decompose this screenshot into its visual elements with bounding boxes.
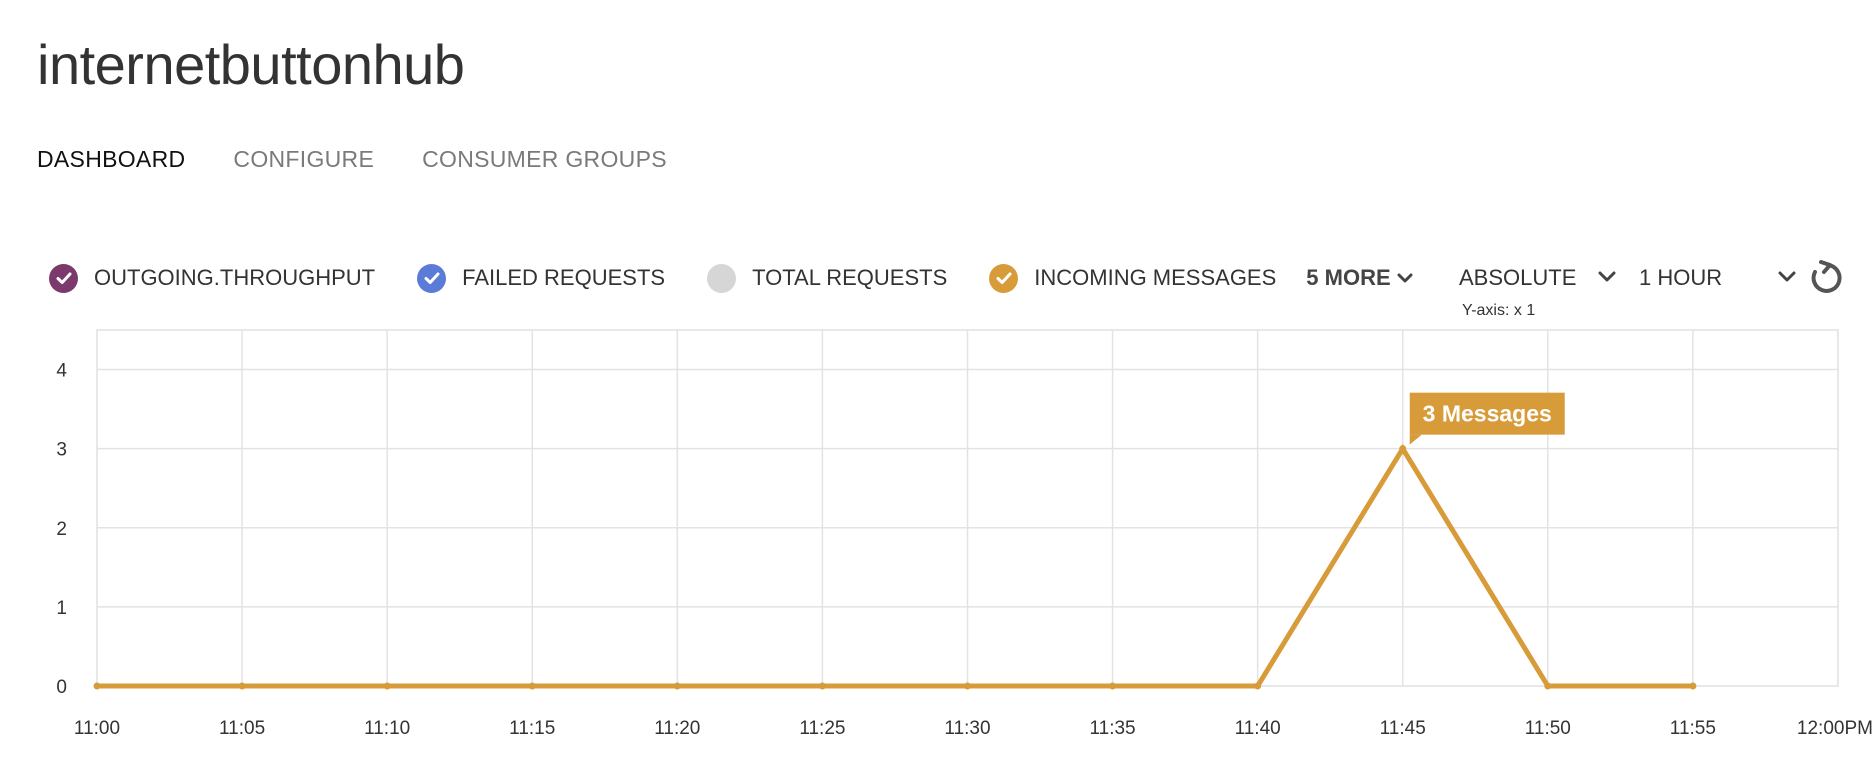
legend-item-failed-requests[interactable]: FAILED REQUESTS [417, 263, 666, 293]
x-tick-label: 11:35 [1089, 718, 1135, 739]
legend-label: INCOMING MESSAGES [1034, 265, 1277, 290]
data-point [383, 682, 391, 690]
x-tick-label: 11:25 [799, 718, 845, 739]
y-tick-label: 3 [56, 440, 67, 461]
x-tick-label: 11:15 [509, 718, 555, 739]
tab-dashboard[interactable]: DASHBOARD [37, 146, 185, 173]
data-point [673, 682, 681, 690]
x-tick-label: 11:30 [944, 718, 990, 739]
check-circle-icon [989, 263, 1019, 293]
circle-icon [707, 263, 737, 293]
time-range-label: 1 HOUR [1639, 265, 1723, 290]
tooltip-text: 3 Messages [1423, 401, 1552, 427]
data-point [93, 682, 101, 690]
x-tick-label: 11:50 [1525, 718, 1571, 739]
data-point [1544, 682, 1552, 690]
x-tick-label: 11:20 [654, 718, 700, 739]
chart-legend: OUTGOING.THROUGHPUT FAILED REQUESTS TOTA… [49, 262, 1413, 294]
tab-bar: DASHBOARD CONFIGURE CONSUMER GROUPS [37, 146, 715, 173]
y-axis-scale-note: Y-axis: x 1 [1462, 302, 1536, 319]
series-line [97, 443, 1693, 689]
data-point [818, 682, 826, 690]
legend-label: FAILED REQUESTS [462, 265, 666, 290]
time-range-dropdown[interactable]: 1 HOUR [1639, 262, 1722, 294]
data-point [1254, 682, 1262, 690]
data-point [1689, 682, 1697, 690]
legend-item-total-requests[interactable]: TOTAL REQUESTS [707, 263, 948, 293]
data-point [1399, 445, 1407, 453]
page-title: internetbuttonhub [37, 33, 465, 96]
x-tick-label: 11:40 [1235, 718, 1281, 739]
y-tick-label: 2 [56, 519, 67, 540]
x-tick-label: 11:00 [74, 718, 120, 739]
tooltip: 3 Messages [1409, 392, 1565, 445]
data-point [1109, 682, 1117, 690]
data-point [238, 682, 246, 690]
tooltip-pointer [1409, 434, 1422, 445]
check-circle-icon [49, 263, 78, 293]
legend-item-outgoing-throughput[interactable]: OUTGOING.THROUGHPUT [49, 263, 376, 293]
x-tick-label: 11:05 [219, 718, 265, 739]
check-circle-icon [417, 263, 447, 293]
x-tick-label: 11:10 [364, 718, 410, 739]
y-tick-label: 1 [56, 598, 67, 619]
x-tick-label: 12:00PM [1797, 718, 1872, 739]
chevron-down-icon[interactable] [1598, 270, 1616, 284]
tab-consumer-groups[interactable]: CONSUMER GROUPS [422, 146, 667, 173]
more-label: 5 MORE [1306, 265, 1391, 290]
y-tick-label: 0 [56, 677, 67, 698]
scale-label: ABSOLUTE [1459, 265, 1577, 290]
legend-label: TOTAL REQUESTS [752, 265, 948, 290]
x-tick-label: 11:45 [1380, 718, 1426, 739]
chevron-down-icon [1397, 273, 1413, 283]
line-chart: 0 1 2 3 4 11:00 11:05 11:10 11:15 11:20 11:25 11:30… [56, 329, 1872, 739]
legend-label: OUTGOING.THROUGHPUT [94, 265, 376, 290]
more-metrics-button[interactable]: 5 MORE [1306, 265, 1413, 291]
data-point [528, 682, 536, 690]
y-tick-label: 4 [56, 361, 67, 382]
x-tick-label: 11:55 [1670, 718, 1716, 739]
legend-item-incoming-messages[interactable]: INCOMING MESSAGES [989, 263, 1277, 293]
data-point [963, 682, 971, 690]
tab-configure[interactable]: CONFIGURE [233, 146, 374, 173]
chevron-down-icon[interactable] [1778, 270, 1796, 284]
scale-dropdown[interactable]: ABSOLUTE [1459, 262, 1576, 294]
refresh-icon[interactable] [1806, 258, 1844, 296]
